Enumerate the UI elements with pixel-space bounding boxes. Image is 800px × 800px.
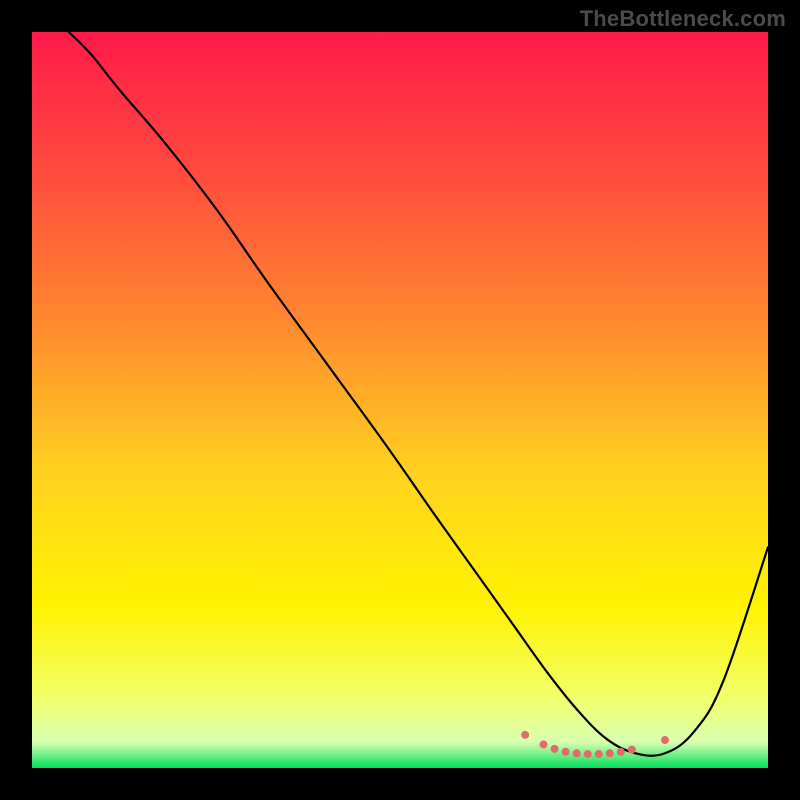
marker-dot: [540, 740, 548, 748]
chart-frame: [32, 32, 768, 768]
marker-dot: [617, 748, 625, 756]
marker-dot: [661, 736, 669, 744]
marker-dot: [595, 750, 603, 758]
chart-svg: [32, 32, 768, 768]
watermark-text: TheBottleneck.com: [580, 6, 786, 32]
chart-background: [32, 32, 768, 768]
marker-dot: [521, 731, 529, 739]
marker-dot: [551, 745, 559, 753]
marker-dot: [628, 746, 636, 754]
marker-dot: [606, 749, 614, 757]
marker-dot: [584, 750, 592, 758]
marker-dot: [562, 748, 570, 756]
marker-dot: [573, 749, 581, 757]
